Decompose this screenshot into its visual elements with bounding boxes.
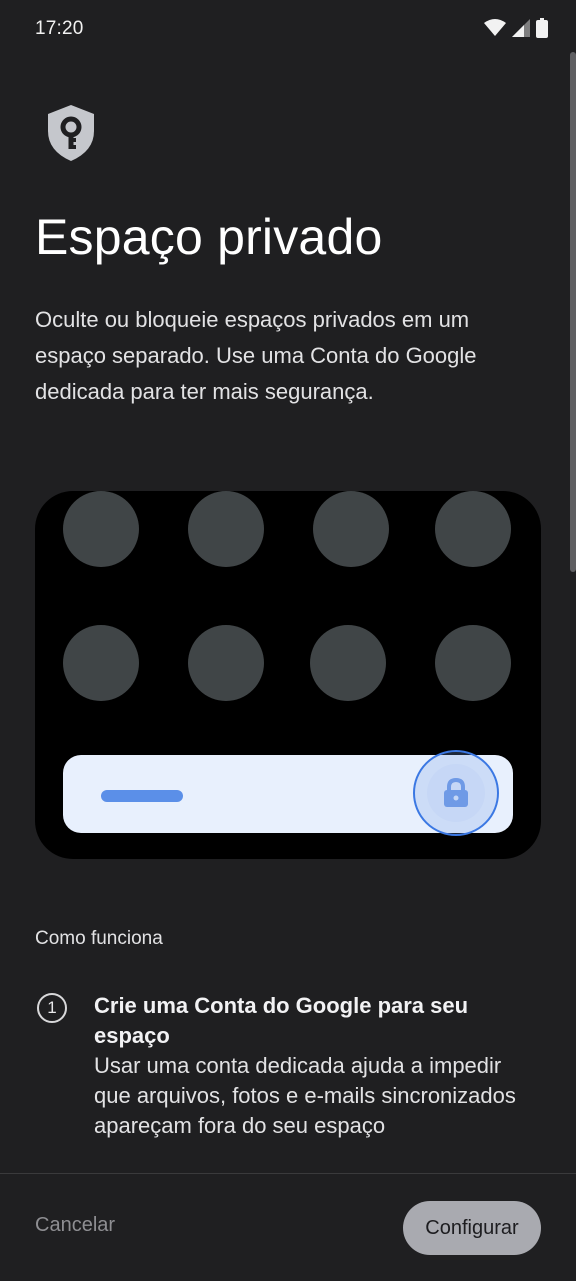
status-bar: 17:20 (0, 0, 576, 60)
app-placeholder-icon (313, 491, 389, 567)
app-placeholder-icon (63, 491, 139, 567)
lock-icon (443, 777, 469, 813)
lock-bar-line (101, 790, 183, 802)
status-icons (484, 18, 548, 38)
shield-key-icon (45, 103, 97, 163)
lock-ring (413, 750, 499, 836)
signal-icon (512, 19, 530, 37)
cancel-button[interactable]: Cancelar (35, 1214, 115, 1237)
footer-bar: Cancelar Configurar (0, 1173, 576, 1281)
page-description: Oculte ou bloqueie espaços privados em u… (35, 307, 477, 404)
private-space-illustration (35, 491, 541, 859)
battery-icon (536, 18, 548, 38)
app-placeholder-icon (188, 625, 264, 701)
step-1-title: Crie uma Conta do Google para seu espaço (94, 993, 469, 1048)
wifi-icon (484, 19, 506, 37)
step-1-number-icon: 1 (37, 993, 67, 1023)
status-time: 17:20 (35, 18, 84, 39)
scrollbar[interactable] (570, 52, 576, 572)
app-placeholder-icon (435, 491, 511, 567)
app-placeholder-icon (63, 625, 139, 701)
lock-button-bg (427, 764, 485, 822)
app-placeholder-icon (435, 625, 511, 701)
configure-button[interactable]: Configurar (403, 1201, 541, 1255)
step-1-body: Usar uma conta dedicada ajuda a impedir … (94, 1053, 516, 1138)
page-title: Espaço privado (35, 209, 383, 265)
app-placeholder-icon (188, 491, 264, 567)
app-placeholder-icon (310, 625, 386, 701)
how-it-works-label: Como funciona (35, 928, 163, 949)
